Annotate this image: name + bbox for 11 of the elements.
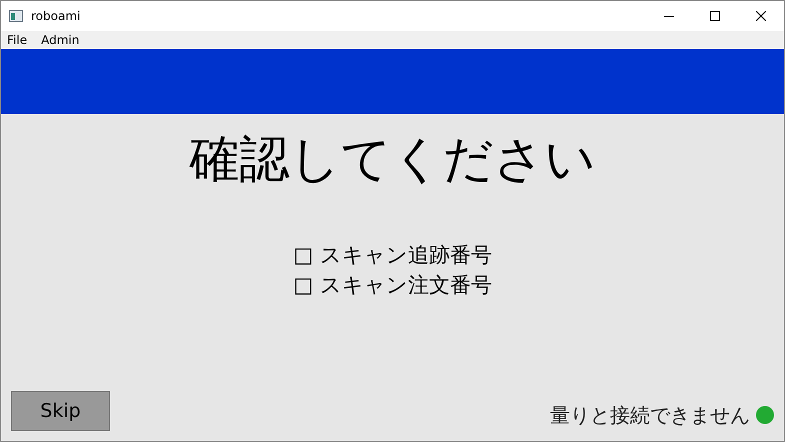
app-icon: [9, 10, 23, 22]
close-icon: [756, 11, 766, 21]
status-text: 量りと接続できません: [550, 402, 750, 429]
maximize-icon: [710, 11, 720, 21]
heading: 確認してください: [190, 129, 596, 190]
checklist-item: □ スキャン注文番号: [293, 272, 492, 298]
skip-button[interactable]: Skip: [11, 391, 110, 431]
checklist-item: □ スキャン追跡番号: [293, 242, 492, 268]
menu-item[interactable]: File: [7, 34, 28, 46]
menu-item[interactable]: Admin: [41, 34, 80, 46]
window-title: roboami: [31, 8, 80, 25]
